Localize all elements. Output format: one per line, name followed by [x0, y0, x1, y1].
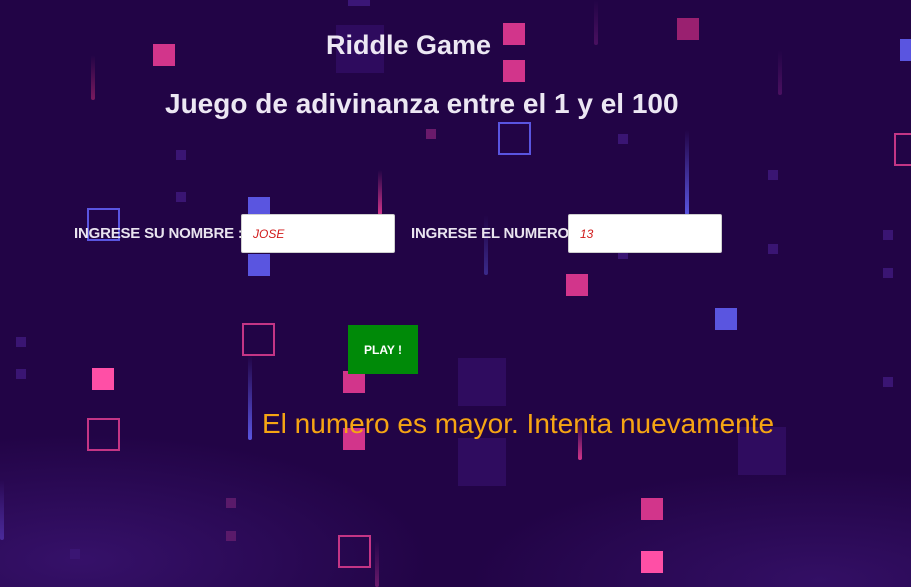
bg-square [226, 498, 236, 508]
bg-square [338, 535, 371, 568]
bg-square [92, 368, 114, 390]
result-message: El numero es mayor. Intenta nuevamente [262, 408, 775, 439]
bg-streak [685, 130, 689, 215]
bg-square [153, 44, 175, 66]
bg-square [498, 122, 531, 155]
bg-square [87, 418, 120, 451]
bg-square [566, 274, 588, 296]
name-input[interactable] [241, 214, 395, 253]
bg-square [343, 371, 365, 393]
bg-square [677, 18, 699, 40]
bg-square [70, 549, 80, 559]
bg-square [503, 60, 525, 82]
bg-square [176, 150, 186, 160]
bg-square [618, 134, 628, 144]
bg-streak [248, 355, 252, 440]
bg-square [883, 230, 893, 240]
number-input[interactable] [568, 214, 722, 253]
game-subtitle: Juego de adivinanza entre el 1 y el 100 [165, 88, 679, 119]
bg-streak [594, 0, 598, 45]
bg-streak [378, 170, 382, 215]
bg-square [768, 244, 778, 254]
play-button[interactable]: PLAY ! [348, 325, 418, 374]
bg-streak [484, 215, 488, 275]
bg-streak [91, 55, 95, 100]
bg-square [715, 308, 737, 330]
bg-streak [0, 480, 4, 540]
name-label: INGRESE SU NOMBRE : [74, 225, 243, 242]
bg-square [883, 377, 893, 387]
game-title: Riddle Game [326, 30, 492, 60]
bg-square [458, 358, 506, 406]
bg-square [176, 192, 186, 202]
bg-square [16, 337, 26, 347]
bg-square [226, 531, 236, 541]
bg-square [641, 551, 663, 573]
bg-square [16, 369, 26, 379]
number-label: INGRESE EL NUMERO [411, 225, 570, 242]
bg-square [242, 323, 275, 356]
bg-square [348, 0, 370, 6]
bg-square [894, 133, 911, 166]
bg-square [248, 254, 270, 276]
bg-streak [375, 540, 379, 587]
bg-square [768, 170, 778, 180]
bg-square [641, 498, 663, 520]
bg-square [883, 268, 893, 278]
bg-square [503, 23, 525, 45]
bg-square [426, 129, 436, 139]
bg-square [900, 39, 911, 61]
bg-streak [778, 50, 782, 95]
bg-square [458, 438, 506, 486]
